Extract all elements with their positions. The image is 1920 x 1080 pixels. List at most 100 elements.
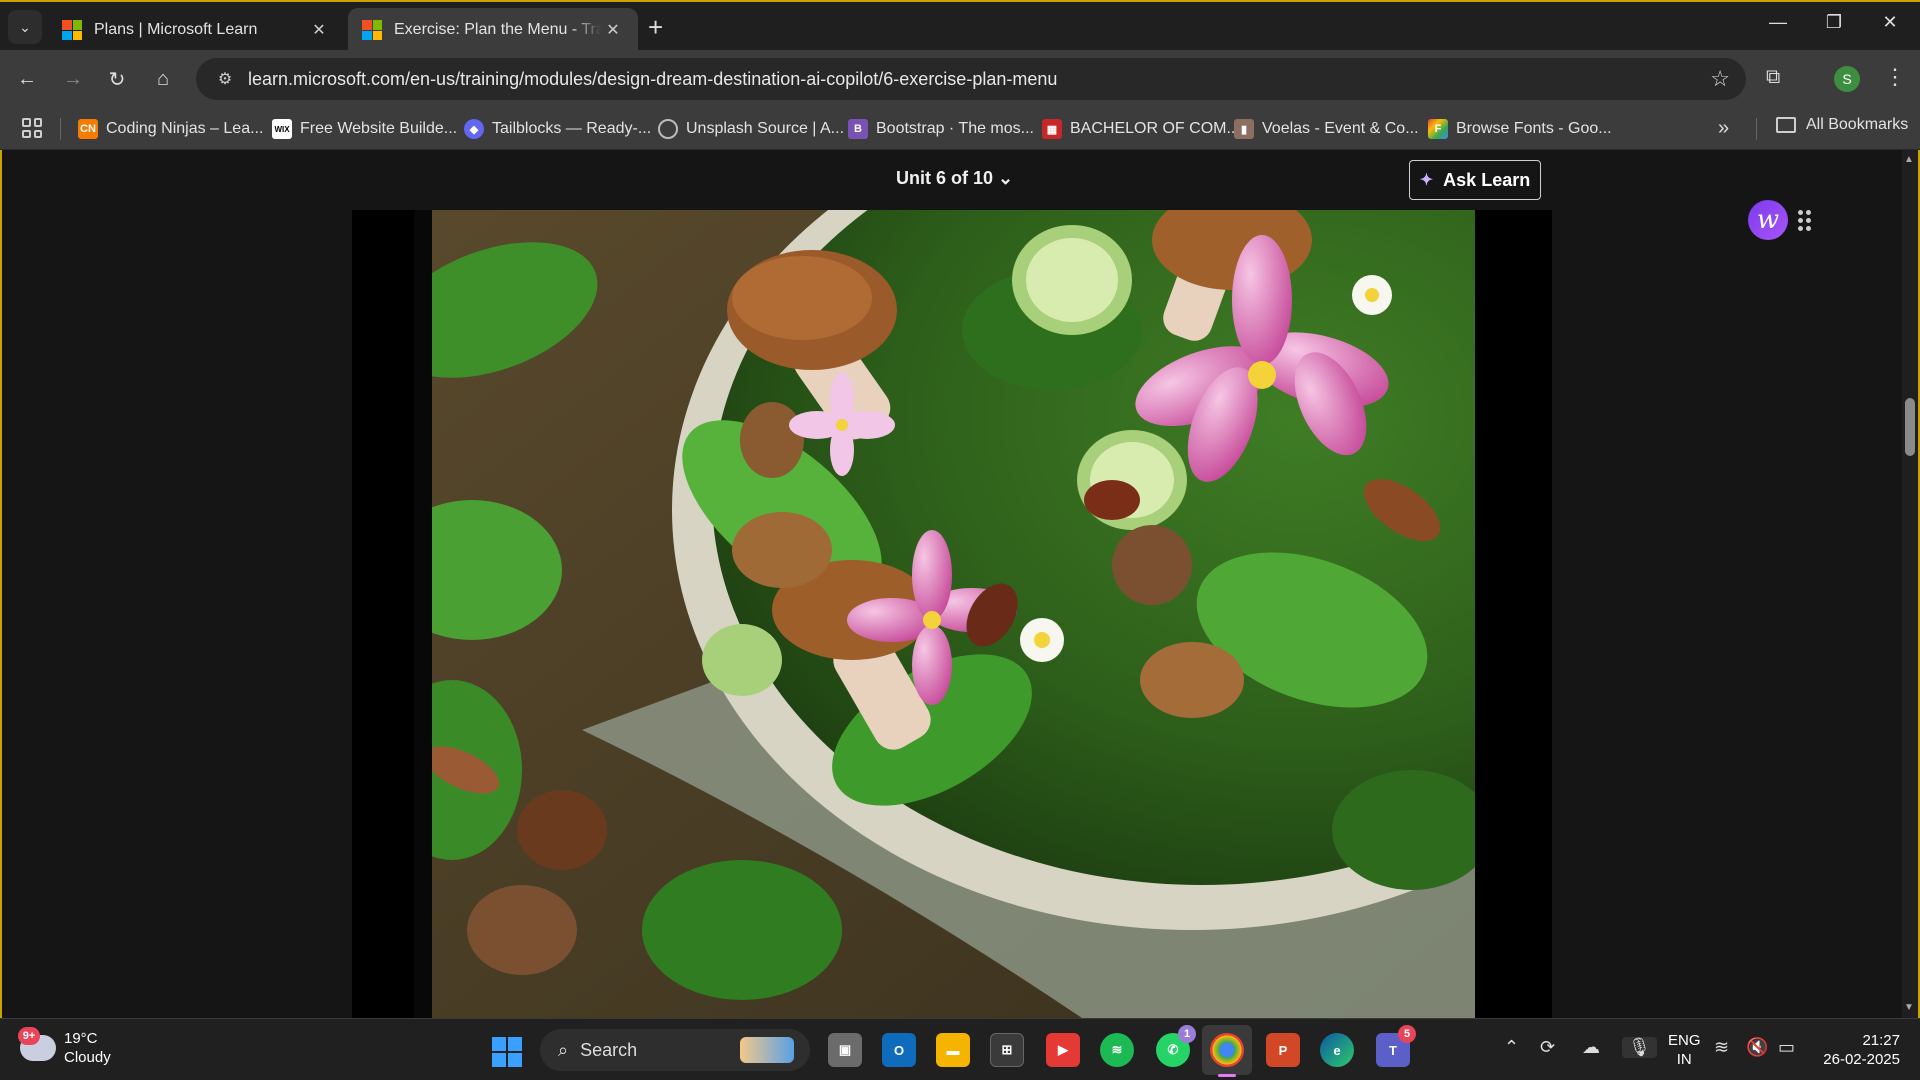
tab-title: Exercise: Plan the Menu - Trainin — [394, 21, 602, 38]
college-icon: ▦ — [1042, 119, 1062, 139]
bookmarks-bar: CN Coding Ninjas – Lea... WIX Free Website… — [0, 108, 1920, 150]
bookmark-item[interactable]: Unsplash Source | A... — [658, 116, 844, 142]
profile-avatar[interactable]: S — [1834, 66, 1860, 92]
salad-image — [432, 210, 1475, 1018]
whatsapp-icon[interactable]: ✆ 1 — [1156, 1025, 1196, 1067]
folder-icon — [1776, 117, 1796, 133]
close-tab-icon[interactable]: ✕ — [602, 20, 624, 40]
all-bookmarks-label: All Bookmarks — [1806, 116, 1909, 133]
bookmark-item[interactable]: B Bootstrap · The mos... — [848, 116, 1034, 142]
weather-temperature: 19°C — [64, 1030, 98, 1047]
coding-ninjas-icon: CN — [78, 119, 98, 139]
whatsapp-badge: 1 — [1178, 1025, 1196, 1043]
scroll-up-icon[interactable]: ▲ — [1904, 154, 1914, 165]
url-text[interactable]: learn.microsoft.com/en-us/training/modul… — [248, 69, 1057, 90]
browser-menu-icon[interactable]: ⋮ — [1884, 64, 1906, 90]
bookmark-item[interactable]: F Browse Fonts - Goo... — [1428, 116, 1612, 142]
bookmark-item[interactable]: WIX Free Website Builde... — [272, 116, 457, 142]
cloud-icon: 9+ — [18, 1027, 56, 1061]
bootstrap-icon: B — [848, 119, 868, 139]
back-arrow-icon: ← — [17, 67, 37, 90]
language-indicator[interactable]: ENG IN — [1668, 1031, 1701, 1069]
ask-learn-label: Ask Learn — [1443, 169, 1531, 190]
microphone-muted-icon[interactable]: 🎙 — [1622, 1037, 1657, 1058]
bookmark-label: Tailblocks — Ready-... — [492, 120, 652, 137]
bookmark-label: Bootstrap · The mos... — [876, 120, 1034, 137]
drag-handle-icon[interactable] — [1798, 210, 1812, 232]
tab-plans[interactable]: Plans | Microsoft Learn ✕ — [48, 8, 344, 52]
bookmark-label: Free Website Builde... — [300, 120, 458, 137]
tab-search-button[interactable]: ⌄ — [8, 10, 42, 44]
wifi-icon[interactable]: ≋ — [1714, 1037, 1729, 1058]
bookmark-label: Voelas - Event & Co... — [1262, 120, 1419, 137]
volume-muted-icon[interactable]: 🔇 — [1746, 1037, 1768, 1058]
bookmark-star-icon[interactable]: ☆ — [1710, 66, 1730, 92]
forward-arrow-icon: → — [63, 67, 83, 90]
page-scrollbar[interactable]: ▲ ▼ — [1902, 150, 1918, 1018]
weather-widget[interactable]: 9+ 19°C Cloudy — [18, 1027, 111, 1067]
site-info-icon[interactable]: ⚙ — [208, 69, 242, 89]
tab-exercise[interactable]: Exercise: Plan the Menu - Trainin ✕ — [348, 8, 638, 52]
close-window-button[interactable]: ✕ — [1870, 12, 1910, 33]
close-tab-icon[interactable]: ✕ — [308, 20, 330, 40]
clock-date: 26-02-2025 — [1823, 1051, 1900, 1068]
browser-toolbar: ← → ↻ ⌂ ⚙ learn.microsoft.com/en-us/trai… — [0, 50, 1920, 108]
divider — [1756, 118, 1757, 140]
microsoft-store-icon[interactable]: ⊞ — [990, 1033, 1024, 1067]
wix-icon: WIX — [272, 119, 292, 139]
region-code: IN — [1676, 1051, 1692, 1068]
unit-nav-label: Unit 6 of 10 — [896, 168, 994, 188]
clock-time: 21:27 — [1862, 1032, 1900, 1049]
outlook-icon[interactable]: O — [882, 1033, 916, 1067]
taskbar: 9+ 19°C Cloudy ⌕ Search ▣ O ▬ ⊞ ▶ ≋ ✆ 1 … — [0, 1018, 1920, 1080]
extension-w-icon[interactable]: w — [1748, 200, 1788, 240]
teams-icon[interactable]: T 5 — [1376, 1025, 1416, 1067]
notification-badge: 9+ — [18, 1027, 40, 1045]
minimize-button[interactable]: — — [1758, 12, 1798, 33]
forward-button[interactable]: → — [58, 64, 88, 94]
sync-icon[interactable]: ⟳ — [1540, 1037, 1555, 1058]
chrome-icon[interactable] — [1210, 1033, 1244, 1077]
restore-button[interactable]: ❐ — [1814, 12, 1854, 33]
home-button[interactable]: ⌂ — [148, 64, 178, 94]
ask-learn-button[interactable]: ✦ Ask Learn — [1409, 160, 1541, 200]
new-tab-button[interactable]: + — [648, 14, 663, 40]
search-highlight-art — [740, 1037, 794, 1063]
powerpoint-icon[interactable]: P — [1266, 1033, 1300, 1067]
tab-strip: ⌄ Plans | Microsoft Learn ✕ Exercise: Pl… — [0, 0, 1920, 52]
sparkle-icon: ✦ — [1419, 172, 1434, 189]
clock[interactable]: 21:27 26-02-2025 — [1810, 1031, 1900, 1069]
task-view-icon[interactable]: ▣ — [828, 1033, 862, 1067]
chevron-down-icon: ⌄ — [19, 18, 31, 35]
chevron-down-icon: ⌄ — [998, 168, 1014, 188]
bookmark-label: BACHELOR OF COM... — [1070, 120, 1240, 137]
show-hidden-icons-icon[interactable]: ⌃ — [1504, 1037, 1519, 1058]
onedrive-cloud-icon[interactable]: ☁ — [1582, 1037, 1600, 1058]
file-explorer-icon[interactable]: ▬ — [936, 1033, 970, 1067]
back-button[interactable]: ← — [12, 64, 42, 94]
bookmark-item[interactable]: ▮ Voelas - Event & Co... — [1234, 116, 1419, 142]
teams-badge: 5 — [1398, 1025, 1416, 1043]
more-bookmarks-icon[interactable]: » — [1718, 117, 1729, 140]
bookmark-item[interactable]: CN Coding Ninjas – Lea... — [78, 116, 263, 142]
windows-start-icon[interactable] — [492, 1037, 522, 1067]
search-icon: ⌕ — [558, 1039, 569, 1060]
search-label: Search — [580, 1039, 638, 1060]
scrollbar-thumb[interactable] — [1905, 398, 1915, 456]
address-bar[interactable]: ⚙ learn.microsoft.com/en-us/training/mod… — [196, 58, 1746, 100]
all-bookmarks-button[interactable]: All Bookmarks — [1776, 116, 1908, 134]
salad-illustration — [432, 210, 1475, 1018]
unit-navigation[interactable]: Unit 6 of 10 ⌄ — [896, 168, 1013, 189]
edge-icon[interactable]: e — [1320, 1033, 1354, 1067]
extensions-puzzle-icon[interactable]: ⧉ — [1766, 66, 1780, 89]
taskbar-search[interactable]: ⌕ Search — [540, 1029, 810, 1071]
bookmark-item[interactable]: ◆ Tailblocks — Ready-... — [464, 116, 651, 142]
globe-icon — [658, 119, 678, 139]
youtube-icon[interactable]: ▶ — [1046, 1033, 1080, 1067]
battery-icon[interactable]: ▭ — [1778, 1037, 1795, 1058]
reload-button[interactable]: ↻ — [102, 64, 132, 94]
bookmark-item[interactable]: ▦ BACHELOR OF COM... — [1042, 116, 1240, 142]
scroll-down-icon[interactable]: ▼ — [1904, 1002, 1914, 1013]
spotify-icon[interactable]: ≋ — [1100, 1033, 1134, 1067]
apps-grid-icon[interactable] — [22, 118, 42, 138]
